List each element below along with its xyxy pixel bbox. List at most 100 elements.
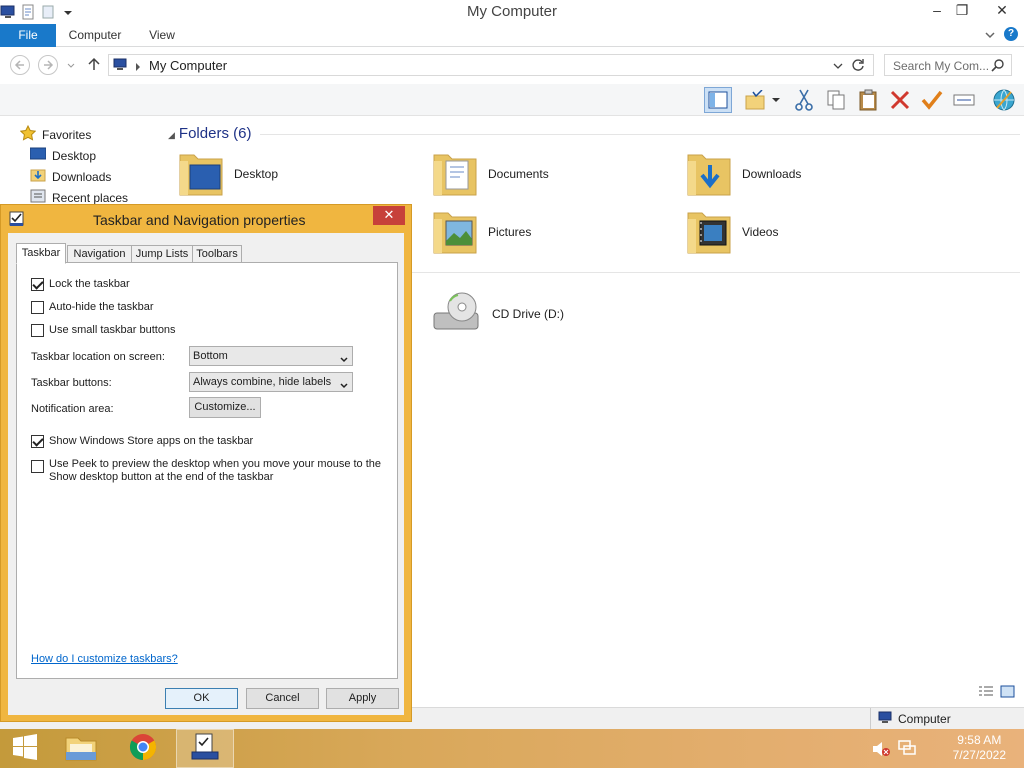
checkbox-box[interactable] <box>31 324 44 337</box>
taskbar-clock[interactable]: 9:58 AM 7/27/2022 <box>953 733 1006 763</box>
details-view-icon[interactable] <box>978 685 994 702</box>
recent-locations-icon[interactable] <box>66 60 76 74</box>
taskbar-buttons-label: Taskbar buttons: <box>31 377 112 389</box>
taskbar-tab-panel: Lock the taskbar Auto-hide the taskbar U… <box>16 262 398 679</box>
taskbar-buttons-select[interactable]: Always combine, hide labels <box>189 372 353 392</box>
folders-group-header[interactable]: ◢ Folders (6) <box>168 125 251 142</box>
taskbar: 9:58 AM 7/27/2022 <box>0 729 1024 768</box>
folder-label: Pictures <box>488 224 532 239</box>
ribbon-tabs: File Computer View ? <box>0 24 1024 47</box>
dialog-title: Taskbar and Navigation properties <box>93 212 306 228</box>
forward-button[interactable] <box>38 55 58 75</box>
help-icon[interactable]: ? <box>1004 27 1018 41</box>
cd-drive-icon <box>432 289 482 338</box>
dialog-title-bar[interactable]: Taskbar and Navigation properties ✕ <box>1 205 411 233</box>
ribbon-expand-icon[interactable] <box>984 29 996 44</box>
nav-favorites[interactable]: Favorites <box>19 124 92 144</box>
refresh-icon[interactable] <box>851 58 865 75</box>
ok-button[interactable]: OK <box>165 688 238 709</box>
tab-jump-lists[interactable]: Jump Lists <box>131 245 193 263</box>
tab-taskbar[interactable]: Taskbar <box>16 243 66 264</box>
breadcrumb-chevron-icon[interactable] <box>134 61 142 75</box>
checkbox-box[interactable] <box>31 301 44 314</box>
select-value: Always combine, hide labels <box>193 376 332 388</box>
folder-desktop[interactable]: Desktop <box>178 147 278 200</box>
folder-documents[interactable]: Documents <box>432 147 549 200</box>
restore-button[interactable]: ❐ <box>947 0 977 22</box>
taskbar-properties-dialog: Taskbar and Navigation properties ✕ Task… <box>0 204 412 722</box>
store-apps-checkbox[interactable]: Show Windows Store apps on the taskbar <box>31 435 253 448</box>
folder-label: Desktop <box>234 166 279 181</box>
search-icon[interactable] <box>991 58 1005 75</box>
chevron-down-icon[interactable] <box>768 87 784 113</box>
drive-cd-d[interactable]: CD Drive (D:) <box>432 289 564 338</box>
delete-icon[interactable] <box>886 87 914 113</box>
cut-icon[interactable] <box>790 87 818 113</box>
lock-taskbar-checkbox[interactable]: Lock the taskbar <box>31 278 130 291</box>
folder-videos[interactable]: Videos <box>686 205 778 258</box>
folder-pictures[interactable]: Pictures <box>432 205 531 258</box>
taskbar-properties-icon <box>190 732 220 765</box>
address-bar[interactable]: My Computer <box>108 54 874 76</box>
taskbar-file-explorer[interactable] <box>52 729 110 768</box>
rename-icon[interactable] <box>950 87 978 113</box>
nav-item-desktop[interactable]: Desktop <box>29 147 97 164</box>
search-input[interactable]: Search My Com... <box>884 54 1012 76</box>
search-placeholder: Search My Com... <box>893 59 990 73</box>
nav-item-downloads[interactable]: Downloads <box>30 168 111 185</box>
drive-label: CD Drive (D:) <box>492 306 564 321</box>
computer-icon <box>113 58 129 75</box>
group-title: Folders (6) <box>178 125 252 142</box>
checkbox-box[interactable] <box>31 460 44 473</box>
preview-pane-icon[interactable] <box>704 87 732 113</box>
customize-button[interactable]: Customize... <box>189 397 261 418</box>
globe-icon[interactable] <box>990 87 1018 113</box>
status-divider <box>870 708 871 730</box>
tab-computer[interactable]: Computer <box>62 24 128 47</box>
back-button[interactable] <box>10 55 30 75</box>
nav-favorites-label: Favorites <box>42 127 92 142</box>
up-arrow-icon[interactable] <box>86 56 102 75</box>
pictures-folder-icon <box>432 205 478 258</box>
checkbox-box[interactable] <box>31 278 44 291</box>
peek-checkbox[interactable]: Use Peek to preview the desktop when you… <box>31 458 381 484</box>
cancel-button[interactable]: Cancel <box>246 688 319 709</box>
paste-icon[interactable] <box>854 87 882 113</box>
small-buttons-checkbox[interactable]: Use small taskbar buttons <box>31 324 176 337</box>
dialog-close-button[interactable]: ✕ <box>373 206 405 225</box>
taskbar-location-select[interactable]: Bottom <box>189 346 353 366</box>
tab-view[interactable]: View <box>140 24 184 47</box>
tab-toolbars[interactable]: Toolbars <box>192 245 242 263</box>
command-toolbar <box>0 84 1024 116</box>
network-icon[interactable] <box>898 740 916 759</box>
group-divider <box>412 272 1020 273</box>
address-dropdown-icon[interactable] <box>833 60 843 74</box>
nav-item-label: Desktop <box>52 148 97 163</box>
tab-navigation[interactable]: Navigation <box>67 245 132 263</box>
autohide-checkbox[interactable]: Auto-hide the taskbar <box>31 301 154 314</box>
apply-button[interactable]: Apply <box>326 688 399 709</box>
copy-icon[interactable] <box>822 87 850 113</box>
notification-area-label: Notification area: <box>31 403 114 415</box>
downloads-folder-icon <box>686 147 732 200</box>
checkmark-icon[interactable] <box>918 87 946 113</box>
folder-label: Documents <box>488 166 549 181</box>
checkbox-box[interactable] <box>31 435 44 448</box>
folder-downloads[interactable]: Downloads <box>686 147 801 200</box>
location-label: Taskbar location on screen: <box>31 351 165 363</box>
collapse-triangle-icon[interactable]: ◢ <box>168 130 175 140</box>
tab-file[interactable]: File <box>0 24 56 47</box>
volume-muted-icon[interactable] <box>872 741 890 760</box>
windows-logo-icon <box>12 734 38 763</box>
chevron-down-icon <box>340 352 348 363</box>
desktop-folder-icon <box>178 147 224 200</box>
taskbar-properties-app[interactable] <box>176 729 234 768</box>
start-button[interactable] <box>0 729 50 768</box>
file-explorer-icon <box>64 732 98 765</box>
large-icons-view-icon[interactable] <box>1000 685 1016 702</box>
taskbar-chrome[interactable] <box>114 729 172 768</box>
close-button[interactable]: ✕ <box>982 0 1022 22</box>
help-link[interactable]: How do I customize taskbars? <box>31 653 178 665</box>
check-folder-icon[interactable] <box>742 87 770 113</box>
folder-label: Videos <box>742 224 779 239</box>
